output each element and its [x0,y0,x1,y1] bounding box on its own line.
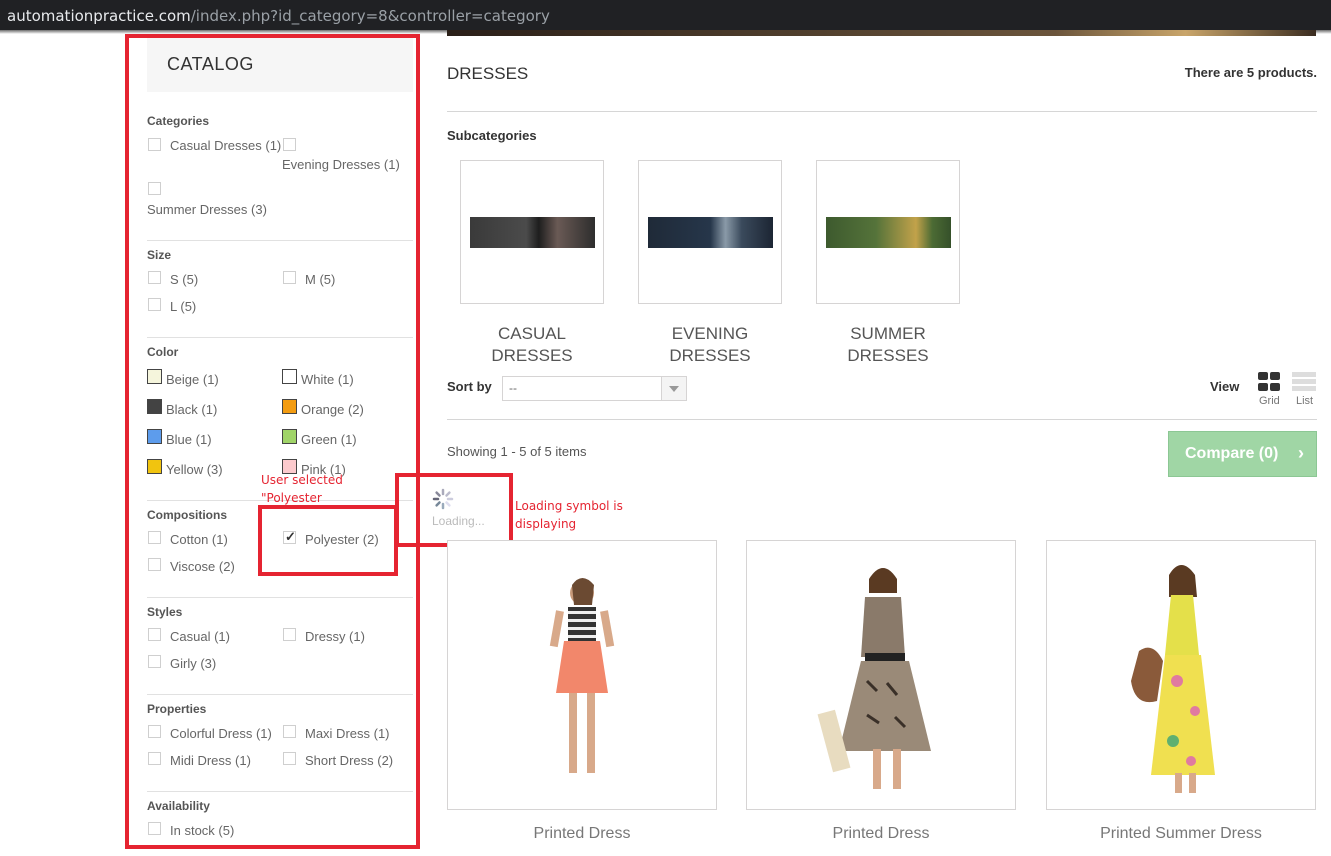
product-name[interactable]: Printed Summer Dress [1046,825,1316,843]
address-bar[interactable]: automationpractice.com/index.php?id_cate… [0,0,1331,30]
subcategory-evening-line2: DRESSES [669,346,751,365]
sort-label: Sort by [447,379,492,394]
spinner-icon [432,488,454,510]
subcategory-summer-image[interactable] [816,160,960,304]
evening-dresses-thumbnail [648,217,773,248]
chevron-right-icon: › [1298,443,1304,463]
list-view-label[interactable]: List [1296,395,1313,407]
subcategories-title: Subcategories [447,128,537,143]
page-title: DRESSES [447,64,529,83]
product-name[interactable]: Printed Dress [746,825,1016,843]
subcategory-casual-line1: CASUAL [497,324,567,343]
product-image [817,568,931,789]
url-path: /index.php?id_category=8&controller=cate… [190,7,550,25]
subcategory-evening-line1: EVENING [671,324,749,343]
subcategory-casual-name[interactable]: CASUAL DRESSES [442,323,622,367]
annotation-loading-note: Loading symbol is displaying [515,499,623,531]
category-banner [447,30,1316,36]
view-label: View [1210,379,1240,394]
title-divider [447,111,1317,112]
grid-view-label[interactable]: Grid [1259,395,1280,407]
subcategory-summer-line1: SUMMER [850,324,926,343]
grid-view-icon[interactable] [1258,372,1282,392]
sort-select[interactable]: -- [502,376,687,401]
annotation-user-selected: User selected "Polyester [261,473,343,505]
subcategory-casual-line2: DRESSES [491,346,573,365]
loading-indicator: Loading... [426,484,508,540]
chevron-down-icon[interactable] [661,377,686,400]
subcategory-summer-line2: DRESSES [847,346,929,365]
annotation-polyester-box [258,505,398,576]
sort-select-value: -- [509,381,517,395]
subcategory-evening-image[interactable] [638,160,782,304]
subcategory-casual-image[interactable] [460,160,604,304]
product-card[interactable] [746,540,1016,810]
showing-count: Showing 1 - 5 of 5 items [447,444,587,459]
sort-divider [447,419,1317,420]
annotation-sidebar-box [125,34,420,849]
product-card[interactable] [447,540,717,810]
compare-label: Compare (0) [1185,445,1279,462]
loading-text: Loading... [432,514,485,528]
compare-button[interactable]: Compare (0) › [1168,431,1317,477]
product-count: There are 5 products. [1184,65,1317,80]
subcategory-evening-name[interactable]: EVENING DRESSES [620,323,800,367]
casual-dresses-thumbnail [470,217,595,248]
list-view-icon[interactable] [1292,372,1316,392]
product-image [549,578,615,773]
product-name[interactable]: Printed Dress [447,825,717,843]
summer-dresses-thumbnail [826,217,951,248]
url-host: automationpractice.com [7,7,191,25]
product-image [1131,565,1215,793]
product-card[interactable] [1046,540,1316,810]
subcategory-summer-name[interactable]: SUMMER DRESSES [798,323,978,367]
